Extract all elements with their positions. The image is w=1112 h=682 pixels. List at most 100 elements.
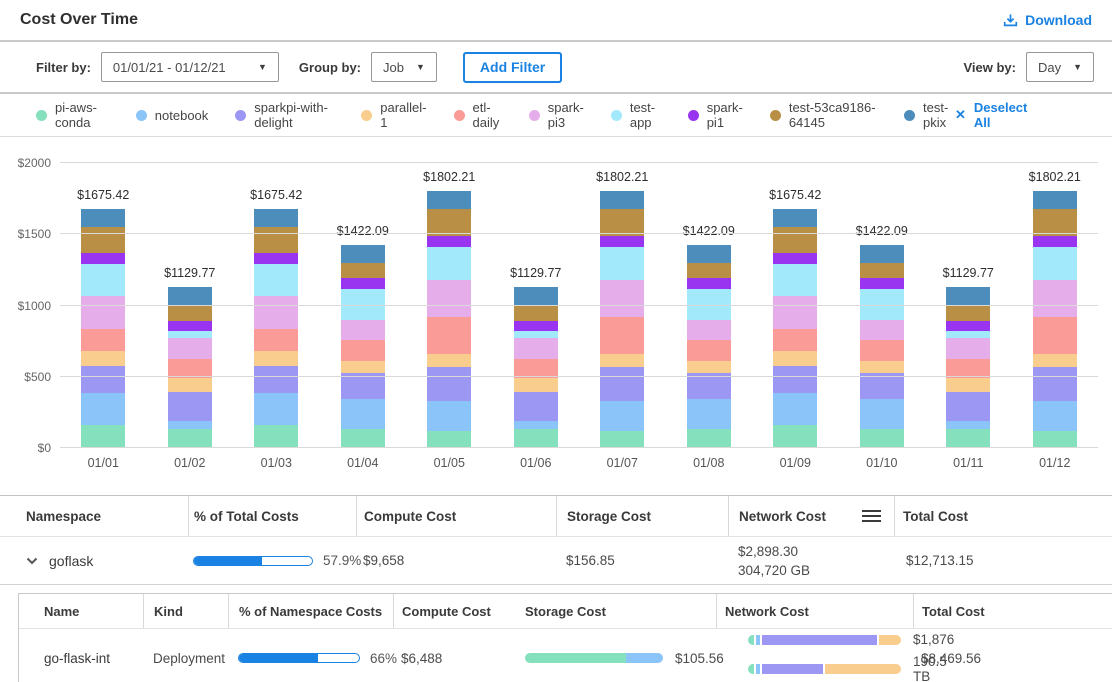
view-by-select[interactable]: Day ▼ bbox=[1026, 52, 1094, 82]
bar-segment-pi-aws-conda[interactable] bbox=[427, 431, 471, 448]
bar-segment-notebook[interactable] bbox=[168, 421, 212, 429]
bar-segment-notebook[interactable] bbox=[341, 399, 385, 429]
bar-segment-notebook[interactable] bbox=[81, 393, 125, 425]
bar-segment-test-53ca9186-64145[interactable] bbox=[341, 263, 385, 278]
bar-segment-test-53ca9186-64145[interactable] bbox=[514, 305, 558, 321]
bar-segment-notebook[interactable] bbox=[773, 393, 817, 425]
stacked-bar-01/09[interactable] bbox=[773, 209, 817, 448]
bar-segment-test-pkix[interactable] bbox=[1033, 191, 1077, 209]
legend-item-spark-pi1[interactable]: spark-pi1 bbox=[688, 100, 743, 130]
bar-segment-parallel-1[interactable] bbox=[81, 351, 125, 366]
bar-segment-sparkpi-with-delight[interactable] bbox=[773, 366, 817, 393]
bar-segment-pi-aws-conda[interactable] bbox=[341, 429, 385, 448]
bar-segment-test-pkix[interactable] bbox=[773, 209, 817, 227]
stacked-bar-01/07[interactable] bbox=[600, 191, 644, 448]
legend-item-test-app[interactable]: test-app bbox=[611, 100, 661, 130]
bar-segment-parallel-1[interactable] bbox=[687, 361, 731, 373]
bar-segment-spark-pi3[interactable] bbox=[946, 338, 990, 360]
bar-segment-pi-aws-conda[interactable] bbox=[168, 429, 212, 448]
bar-segment-spark-pi3[interactable] bbox=[773, 296, 817, 330]
bar-segment-parallel-1[interactable] bbox=[341, 361, 385, 373]
bar-segment-test-pkix[interactable] bbox=[341, 245, 385, 263]
bar-segment-spark-pi1[interactable] bbox=[600, 236, 644, 247]
bar-segment-etl-daily[interactable] bbox=[773, 329, 817, 351]
bar-segment-notebook[interactable] bbox=[514, 421, 558, 429]
bar-segment-notebook[interactable] bbox=[860, 399, 904, 429]
legend-item-test-pkix[interactable]: test-pkix bbox=[904, 100, 955, 130]
bar-segment-sparkpi-with-delight[interactable] bbox=[427, 367, 471, 400]
stacked-bar-01/10[interactable] bbox=[860, 245, 904, 448]
bar-segment-test-pkix[interactable] bbox=[946, 287, 990, 304]
bar-segment-test-53ca9186-64145[interactable] bbox=[81, 227, 125, 253]
bar-segment-sparkpi-with-delight[interactable] bbox=[81, 366, 125, 393]
bar-segment-etl-daily[interactable] bbox=[427, 317, 471, 354]
legend-item-pi-aws-conda[interactable]: pi-aws-conda bbox=[36, 100, 109, 130]
namespace-expand-toggle[interactable]: goflask bbox=[0, 553, 188, 569]
bar-segment-spark-pi1[interactable] bbox=[81, 253, 125, 264]
bar-segment-etl-daily[interactable] bbox=[81, 329, 125, 351]
bar-segment-etl-daily[interactable] bbox=[600, 317, 644, 354]
bar-segment-notebook[interactable] bbox=[1033, 401, 1077, 431]
bar-segment-test-53ca9186-64145[interactable] bbox=[773, 227, 817, 253]
bar-segment-parallel-1[interactable] bbox=[427, 354, 471, 367]
bar-segment-parallel-1[interactable] bbox=[600, 354, 644, 367]
bar-segment-pi-aws-conda[interactable] bbox=[860, 429, 904, 448]
legend-item-parallel-1[interactable]: parallel-1 bbox=[361, 100, 426, 130]
bar-segment-etl-daily[interactable] bbox=[860, 340, 904, 361]
bar-segment-test-app[interactable] bbox=[1033, 247, 1077, 280]
stacked-bar-01/08[interactable] bbox=[687, 245, 731, 448]
stacked-bar-01/01[interactable] bbox=[81, 209, 125, 448]
bar-segment-spark-pi1[interactable] bbox=[773, 253, 817, 264]
stacked-bar-01/03[interactable] bbox=[254, 209, 298, 448]
bar-segment-sparkpi-with-delight[interactable] bbox=[600, 367, 644, 400]
bar-segment-parallel-1[interactable] bbox=[168, 378, 212, 392]
bar-segment-test-app[interactable] bbox=[81, 264, 125, 296]
bar-segment-spark-pi1[interactable] bbox=[514, 321, 558, 332]
bar-segment-test-53ca9186-64145[interactable] bbox=[600, 209, 644, 235]
bar-segment-test-53ca9186-64145[interactable] bbox=[860, 263, 904, 278]
bar-segment-notebook[interactable] bbox=[427, 401, 471, 431]
bar-segment-parallel-1[interactable] bbox=[514, 378, 558, 392]
bar-segment-test-53ca9186-64145[interactable] bbox=[1033, 209, 1077, 235]
bar-segment-spark-pi3[interactable] bbox=[81, 296, 125, 330]
bar-segment-parallel-1[interactable] bbox=[773, 351, 817, 366]
bar-segment-spark-pi1[interactable] bbox=[168, 321, 212, 332]
bar-segment-spark-pi3[interactable] bbox=[687, 320, 731, 340]
bar-segment-test-pkix[interactable] bbox=[687, 245, 731, 263]
stacked-bar-01/02[interactable] bbox=[168, 287, 212, 448]
bar-segment-sparkpi-with-delight[interactable] bbox=[254, 366, 298, 393]
bar-segment-parallel-1[interactable] bbox=[1033, 354, 1077, 367]
bar-segment-test-pkix[interactable] bbox=[427, 191, 471, 209]
legend-item-spark-pi3[interactable]: spark-pi3 bbox=[529, 100, 584, 130]
date-range-select[interactable]: 01/01/21 - 01/12/21 ▼ bbox=[101, 52, 279, 82]
bar-segment-etl-daily[interactable] bbox=[687, 340, 731, 361]
bar-segment-pi-aws-conda[interactable] bbox=[514, 429, 558, 448]
bar-segment-notebook[interactable] bbox=[687, 399, 731, 429]
bar-segment-test-app[interactable] bbox=[600, 247, 644, 280]
bar-segment-spark-pi1[interactable] bbox=[254, 253, 298, 264]
stacked-bar-01/11[interactable] bbox=[946, 287, 990, 448]
bar-segment-etl-daily[interactable] bbox=[341, 340, 385, 361]
bar-segment-spark-pi1[interactable] bbox=[341, 278, 385, 289]
bar-segment-test-pkix[interactable] bbox=[514, 287, 558, 304]
legend-item-sparkpi-with-delight[interactable]: sparkpi-with-delight bbox=[235, 100, 334, 130]
bar-segment-spark-pi1[interactable] bbox=[946, 321, 990, 332]
bar-segment-spark-pi1[interactable] bbox=[427, 236, 471, 247]
bar-segment-test-pkix[interactable] bbox=[81, 209, 125, 227]
bar-segment-test-pkix[interactable] bbox=[168, 287, 212, 304]
bar-segment-pi-aws-conda[interactable] bbox=[254, 425, 298, 448]
bar-segment-pi-aws-conda[interactable] bbox=[1033, 431, 1077, 448]
bar-segment-spark-pi1[interactable] bbox=[687, 278, 731, 289]
bar-segment-test-53ca9186-64145[interactable] bbox=[427, 209, 471, 235]
bar-segment-spark-pi1[interactable] bbox=[860, 278, 904, 289]
bar-segment-notebook[interactable] bbox=[600, 401, 644, 431]
bar-segment-test-app[interactable] bbox=[254, 264, 298, 296]
bar-segment-sparkpi-with-delight[interactable] bbox=[946, 392, 990, 421]
bar-segment-notebook[interactable] bbox=[254, 393, 298, 425]
add-filter-button[interactable]: Add Filter bbox=[463, 52, 562, 83]
workload-row-go-flask-int[interactable]: go-flask-int Deployment 66% $6,488 $105.… bbox=[19, 629, 1112, 682]
bar-segment-spark-pi3[interactable] bbox=[427, 280, 471, 317]
stacked-bar-01/04[interactable] bbox=[341, 245, 385, 448]
bar-segment-spark-pi3[interactable] bbox=[514, 338, 558, 360]
bar-segment-spark-pi3[interactable] bbox=[168, 338, 212, 360]
